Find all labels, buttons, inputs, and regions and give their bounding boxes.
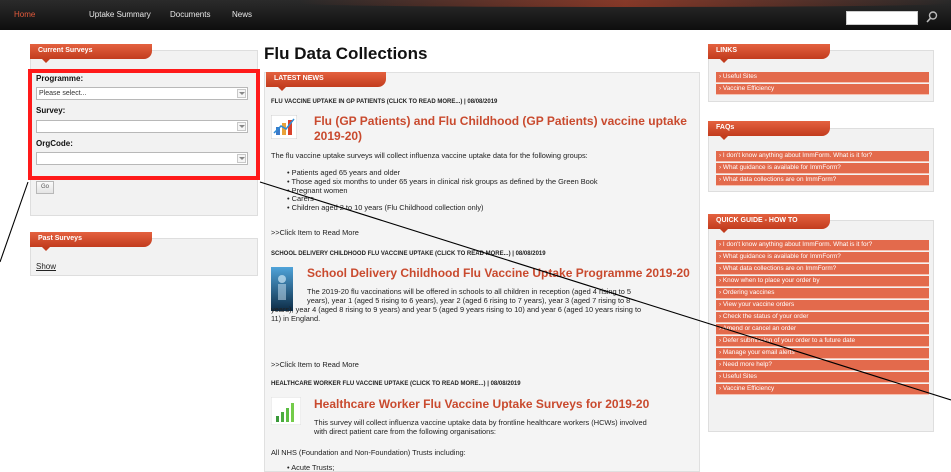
past-surveys-header: Past Surveys xyxy=(30,232,152,251)
news-item-title[interactable]: Flu (GP Patients) and Flu Childhood (GP … xyxy=(314,114,694,144)
news-item-body-line: with direct patient care from the follow… xyxy=(314,427,496,436)
guide-item[interactable]: What data collections are on ImmForm? xyxy=(716,264,929,275)
bullet-item: Children aged 2 to 10 years (Flu Childho… xyxy=(287,203,598,213)
links-item-useful-sites[interactable]: Useful Sites xyxy=(716,72,929,83)
guide-item[interactable]: Need more help? xyxy=(716,360,929,371)
news-item-body-line: years), year 4 (aged 8 rising to 9 years… xyxy=(271,305,642,314)
news-item-body-line: The 2019-20 flu vaccinations will be off… xyxy=(307,287,632,296)
news-item-body-line: All NHS (Foundation and Non-Foundation) … xyxy=(271,448,466,457)
news-item-body: The flu vaccine uptake surveys will coll… xyxy=(271,151,588,160)
nav-uptake-summary[interactable]: Uptake Summary xyxy=(89,10,151,19)
guide-item[interactable]: Manage your email alerts xyxy=(716,348,929,359)
highlight-frame xyxy=(28,69,260,180)
news-item-title[interactable]: Healthcare Worker Flu Vaccine Uptake Sur… xyxy=(314,397,694,412)
guide-item[interactable]: Ordering vaccines xyxy=(716,288,929,299)
growth-chart-icon xyxy=(271,397,301,425)
bullet-item: Pregnant women xyxy=(287,186,598,196)
read-more-link[interactable]: >>Click Item to Read More xyxy=(271,228,359,237)
guide-item[interactable]: Useful Sites xyxy=(716,372,929,383)
links-item-vaccine-efficiency[interactable]: Vaccine Efficiency xyxy=(716,84,929,95)
latest-news-header: LATEST NEWS xyxy=(266,72,386,91)
top-navigation-bar: Home Uptake Summary Documents News xyxy=(0,0,951,30)
guide-item[interactable]: What guidance is available for ImmForm? xyxy=(716,252,929,263)
links-header: LINKS xyxy=(708,44,830,63)
news-item-heading[interactable]: SCHOOL DELIVERY CHILDHOOD FLU VACCINE UP… xyxy=(271,251,546,257)
header-swoosh xyxy=(300,0,951,7)
show-past-surveys-link[interactable]: Show xyxy=(36,262,56,271)
nav-documents[interactable]: Documents xyxy=(170,10,210,19)
nav-news[interactable]: News xyxy=(232,10,252,19)
guide-item[interactable]: Check the status of your order xyxy=(716,312,929,323)
news-item-body-line: years), year 1 (aged 5 rising to 6 years… xyxy=(307,296,631,305)
faq-item[interactable]: I don't know anything about ImmForm. Wha… xyxy=(716,151,929,162)
news-item-body-line: 11) in England. xyxy=(271,314,321,323)
faqs-header: FAQs xyxy=(708,121,830,140)
search-input[interactable] xyxy=(846,11,918,25)
guide-item[interactable]: Amend or cancel an order xyxy=(716,324,929,335)
guide-item[interactable]: Vaccine Efficiency xyxy=(716,384,929,395)
search-icon[interactable] xyxy=(925,10,939,24)
chart-thumbnail-icon xyxy=(271,115,297,139)
page-title: Flu Data Collections xyxy=(264,44,428,63)
go-button[interactable]: Go xyxy=(36,181,54,194)
faq-item[interactable]: What data collections are on ImmForm? xyxy=(716,175,929,186)
guide-item[interactable]: View your vaccine orders xyxy=(716,300,929,311)
news-item-bullets: Acute Trusts; xyxy=(287,463,334,472)
guide-item[interactable]: Know when to place your order by xyxy=(716,276,929,287)
quick-guide-header: QUICK GUIDE - HOW TO xyxy=(708,214,830,233)
news-item-bullets: Patients aged 65 years and older Those a… xyxy=(287,168,598,213)
guide-item[interactable]: Defer submission of your order to a futu… xyxy=(716,336,929,347)
news-item-heading[interactable]: FLU VACCINE UPTAKE IN GP PATIENTS (CLICK… xyxy=(271,99,497,105)
read-more-link[interactable]: >>Click Item to Read More xyxy=(271,360,359,369)
current-surveys-header: Current Surveys xyxy=(30,44,152,63)
news-item-body-line: This survey will collect influenza vacci… xyxy=(314,418,647,427)
guide-item[interactable]: I don't know anything about ImmForm. Wha… xyxy=(716,240,929,251)
nav-home[interactable]: Home xyxy=(14,10,35,19)
faq-item[interactable]: What guidance is available for ImmForm? xyxy=(716,163,929,174)
bullet-item: Acute Trusts; xyxy=(287,463,334,472)
news-item-heading[interactable]: HEALTHCARE WORKER FLU VACCINE UPTAKE (CL… xyxy=(271,381,521,387)
news-item-title[interactable]: School Delivery Childhood Flu Vaccine Up… xyxy=(307,266,697,281)
